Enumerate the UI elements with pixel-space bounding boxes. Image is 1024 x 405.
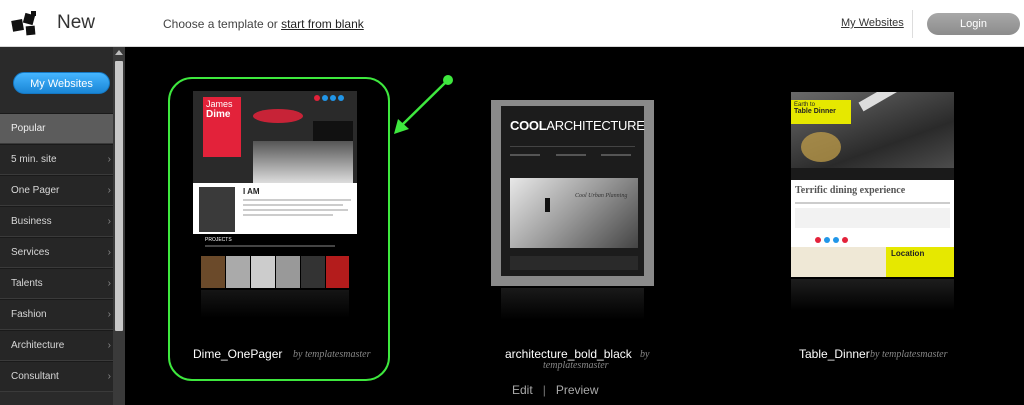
category-label: Popular bbox=[11, 123, 46, 134]
category-label: Talents bbox=[11, 278, 43, 289]
sidebar-header: My Websites bbox=[0, 47, 113, 113]
category-label: Consultant bbox=[11, 371, 59, 382]
category-popular[interactable]: Popular bbox=[0, 113, 113, 144]
category-label: Business bbox=[11, 216, 52, 227]
thumb-reflection bbox=[791, 279, 954, 311]
chevron-right-icon: › bbox=[107, 340, 111, 351]
thumb-label-line2: Table Dinner bbox=[794, 108, 836, 115]
thumb-label-block: Earth to Table Dinner bbox=[791, 100, 851, 124]
hint-text: Choose a template or bbox=[163, 17, 282, 31]
template-name: architecture_bold_black bbox=[505, 347, 632, 361]
sidebar-scrollbar[interactable] bbox=[113, 47, 125, 405]
top-bar: New Choose a template or start from blan… bbox=[0, 0, 1024, 47]
thumb-subtitle: Cool Urban Planning bbox=[575, 193, 628, 199]
template-actions: Edit | Preview bbox=[512, 383, 599, 397]
chevron-right-icon: › bbox=[107, 216, 111, 227]
thumb-reflection bbox=[501, 288, 644, 320]
preview-link[interactable]: Preview bbox=[556, 383, 599, 397]
selected-template-highlight bbox=[168, 77, 390, 381]
category-label: Services bbox=[11, 247, 50, 258]
thumb-photo: Cool Urban Planning bbox=[510, 178, 638, 248]
my-websites-link[interactable]: My Websites bbox=[841, 17, 904, 29]
thumb-title: COOLARCHITECTURE bbox=[510, 118, 645, 133]
chevron-right-icon: › bbox=[107, 185, 111, 196]
category-label: Architecture bbox=[11, 340, 65, 351]
chevron-right-icon: › bbox=[107, 371, 111, 382]
start-from-blank-link[interactable]: start from blank bbox=[281, 17, 364, 31]
header-divider bbox=[912, 10, 913, 38]
scroll-up-arrow-icon[interactable] bbox=[115, 50, 123, 55]
thumb-title-bold: COOL bbox=[510, 118, 547, 133]
thumb-label-line1: Earth to bbox=[794, 102, 816, 108]
scrollbar-thumb[interactable] bbox=[115, 61, 123, 331]
chevron-right-icon: › bbox=[107, 278, 111, 289]
pointer-arrow-icon bbox=[394, 75, 453, 134]
login-button[interactable]: Login bbox=[927, 13, 1020, 35]
template-hint: Choose a template or start from blank bbox=[163, 17, 364, 31]
edit-link[interactable]: Edit bbox=[512, 383, 533, 397]
thumb-page: COOLARCHITECTURE Cool Urban Planning bbox=[501, 106, 645, 276]
category-services[interactable]: Services › bbox=[0, 237, 113, 268]
template-thumbnail[interactable]: Earth to Table Dinner Terrific dining ex… bbox=[791, 92, 954, 277]
category-5-min-site[interactable]: 5 min. site › bbox=[0, 144, 113, 175]
template-gallery: James Dime I AM PROJECTS Dime_OnePager b… bbox=[125, 47, 1024, 405]
template-thumbnail[interactable]: COOLARCHITECTURE Cool Urban Planning bbox=[491, 100, 654, 286]
thumb-title-rest: ARCHITECTURE bbox=[546, 118, 645, 133]
category-label: 5 min. site bbox=[11, 154, 57, 165]
category-architecture[interactable]: Architecture › bbox=[0, 330, 113, 361]
chevron-right-icon: › bbox=[107, 309, 111, 320]
category-fashion[interactable]: Fashion › bbox=[0, 299, 113, 330]
category-label: Fashion bbox=[11, 309, 47, 320]
category-business[interactable]: Business › bbox=[0, 206, 113, 237]
template-author-name: templatesmaster bbox=[543, 360, 609, 371]
category-label: One Pager bbox=[11, 185, 60, 196]
thumb-map: Location bbox=[791, 247, 954, 277]
action-separator: | bbox=[542, 383, 546, 397]
category-one-pager[interactable]: One Pager › bbox=[0, 175, 113, 206]
cubes-logo-icon bbox=[11, 11, 36, 36]
my-websites-button[interactable]: My Websites bbox=[13, 72, 110, 94]
sidebar: My Websites Popular 5 min. site › One Pag… bbox=[0, 47, 125, 405]
template-author: by templatesmaster bbox=[870, 349, 948, 360]
template-name: Table_Dinner bbox=[799, 347, 870, 361]
category-list: Popular 5 min. site › One Pager › Business… bbox=[0, 113, 113, 392]
template-author: by bbox=[640, 349, 650, 360]
category-talents[interactable]: Talents › bbox=[0, 268, 113, 299]
thumb-headline: Terrific dining experience bbox=[795, 185, 906, 196]
chevron-right-icon: › bbox=[107, 154, 111, 165]
page-title: New bbox=[57, 12, 96, 33]
category-consultant[interactable]: Consultant › bbox=[0, 361, 113, 392]
chevron-right-icon: › bbox=[107, 247, 111, 258]
thumb-location-label: Location bbox=[891, 249, 925, 258]
